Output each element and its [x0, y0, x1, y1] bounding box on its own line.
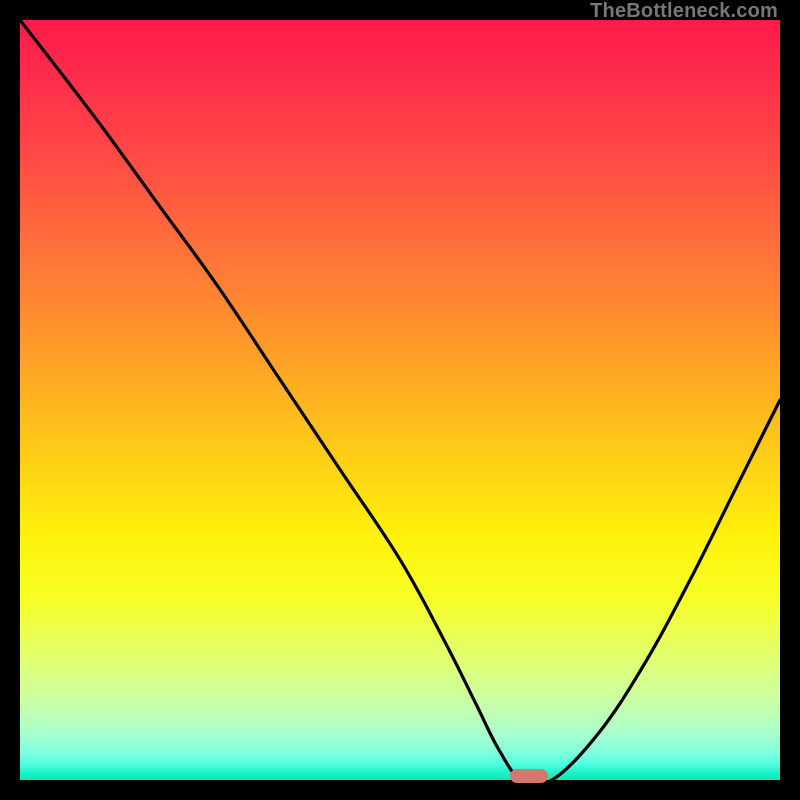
plot-area — [20, 20, 780, 780]
bottleneck-curve — [20, 20, 780, 780]
chart-frame: TheBottleneck.com — [0, 0, 800, 800]
optimal-marker — [510, 769, 548, 783]
